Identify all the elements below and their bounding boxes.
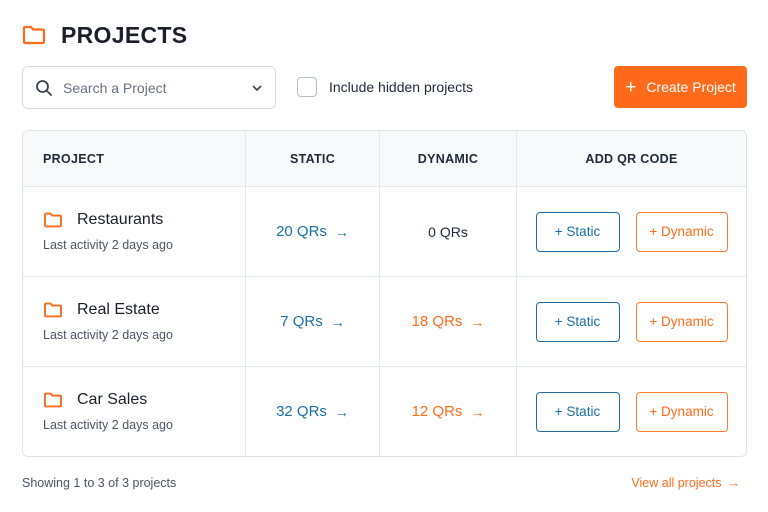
arrow-right-icon: → <box>470 403 485 420</box>
include-hidden-checkbox[interactable] <box>297 77 317 97</box>
last-activity: Last activity 2 days ago <box>43 418 173 432</box>
project-name-link[interactable]: Real Estate <box>43 301 160 319</box>
project-name: Real Estate <box>77 301 160 318</box>
include-hidden-label: Include hidden projects <box>329 79 473 95</box>
pagination-summary: Showing 1 to 3 of 3 projects <box>22 476 177 490</box>
header-project: PROJECT <box>23 131 246 186</box>
arrow-right-icon: → <box>334 223 349 240</box>
project-name-link[interactable]: Car Sales <box>43 391 147 409</box>
add-qr-cell: + Static + Dynamic <box>517 187 746 276</box>
view-all-projects-link[interactable]: View all projects → <box>631 476 740 490</box>
chevron-down-icon[interactable] <box>251 82 263 94</box>
plus-icon: + <box>625 76 637 98</box>
add-dynamic-button[interactable]: + Dynamic <box>635 301 728 342</box>
search-icon <box>36 79 52 96</box>
create-project-button[interactable]: + Create Project <box>614 66 747 108</box>
dynamic-cell: 12 QRs → <box>380 367 517 456</box>
last-activity: Last activity 2 days ago <box>43 238 173 252</box>
dynamic-qrs-link[interactable]: 18 QRs → <box>412 313 485 330</box>
project-cell: Real Estate Last activity 2 days ago <box>23 277 246 366</box>
dynamic-cell: 18 QRs → <box>380 277 517 366</box>
page-header: PROJECTS <box>22 20 187 50</box>
add-dynamic-button[interactable]: + Dynamic <box>635 211 728 252</box>
static-qrs-link[interactable]: 7 QRs → <box>280 313 345 330</box>
add-qr-cell: + Static + Dynamic <box>517 367 746 456</box>
arrow-right-icon: → <box>334 403 349 420</box>
static-cell: 7 QRs → <box>246 277 380 366</box>
include-hidden-toggle[interactable]: Include hidden projects <box>297 77 473 97</box>
header-static: STATIC <box>246 131 380 186</box>
dynamic-qrs-link[interactable]: 12 QRs → <box>412 403 485 420</box>
static-qrs-link[interactable]: 20 QRs → <box>276 223 349 240</box>
page-title: PROJECTS <box>61 21 188 48</box>
table-header: PROJECT STATIC DYNAMIC ADD QR CODE <box>23 131 746 187</box>
table-row: Restaurants Last activity 2 days ago 20 … <box>23 187 746 277</box>
add-dynamic-button[interactable]: + Dynamic <box>635 391 728 432</box>
project-name: Car Sales <box>77 391 148 408</box>
add-static-button[interactable]: + Static <box>535 211 620 252</box>
add-static-button[interactable]: + Static <box>535 301 620 342</box>
project-cell: Car Sales Last activity 2 days ago <box>23 367 246 456</box>
add-static-button[interactable]: + Static <box>535 391 620 432</box>
arrow-right-icon: → <box>330 313 345 330</box>
table-row: Car Sales Last activity 2 days ago 32 QR… <box>23 367 746 456</box>
table-row: Real Estate Last activity 2 days ago 7 Q… <box>23 277 746 367</box>
project-name-link[interactable]: Restaurants <box>43 211 163 229</box>
arrow-right-icon: → <box>470 313 485 330</box>
folder-icon <box>22 25 46 45</box>
static-qrs-link[interactable]: 32 QRs → <box>276 403 349 420</box>
arrow-right-icon: → <box>727 476 741 490</box>
search-input[interactable] <box>63 79 251 96</box>
projects-table: PROJECT STATIC DYNAMIC ADD QR CODE Resta… <box>22 130 747 457</box>
add-qr-cell: + Static + Dynamic <box>517 277 746 366</box>
static-cell: 20 QRs → <box>246 187 380 276</box>
dynamic-cell: 0 QRs <box>380 187 517 276</box>
folder-icon <box>44 302 62 318</box>
last-activity: Last activity 2 days ago <box>43 328 173 342</box>
folder-icon <box>44 392 62 408</box>
create-project-label: Create Project <box>646 79 736 95</box>
dynamic-qrs-count: 0 QRs <box>428 223 468 240</box>
header-add-qr: ADD QR CODE <box>585 151 678 166</box>
folder-icon <box>44 212 62 228</box>
project-name: Restaurants <box>77 211 164 228</box>
static-cell: 32 QRs → <box>246 367 380 456</box>
project-search[interactable] <box>22 66 276 109</box>
header-dynamic: DYNAMIC <box>380 131 517 186</box>
project-cell: Restaurants Last activity 2 days ago <box>23 187 246 276</box>
